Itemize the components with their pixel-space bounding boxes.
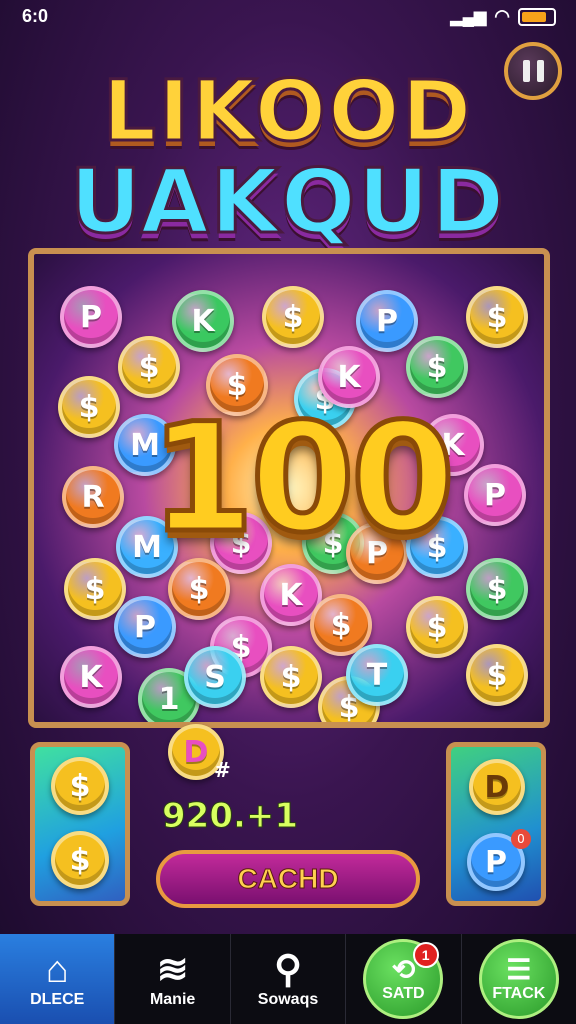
coin[interactable]: P [114,596,176,658]
stack-icon: ☰ [506,954,532,985]
nav-label: Sowaqs [257,991,319,1008]
coin[interactable]: $ [260,646,322,708]
coin[interactable]: K [172,290,234,352]
coin[interactable]: T [346,644,408,706]
refresh-icon: ⟲ [391,954,416,985]
coin[interactable]: $ [262,286,324,348]
nav-label: SATD [382,985,425,1002]
panel-badge: 0 [511,829,531,849]
pause-icon [522,60,530,82]
nav-item-sowaqs[interactable]: ⚲ Sowaqs [231,934,347,1024]
left-bonus-panel[interactable]: $ $ [30,742,130,906]
battery-icon [518,7,556,26]
clock: 6:0 [22,6,49,26]
coin[interactable]: P [464,464,526,526]
coin[interactable]: S [184,646,246,708]
nav-label: DLECE [30,991,85,1008]
coin[interactable]: $ [118,336,180,398]
bonus-coin: D [469,759,525,815]
signal-icon: ▂▄▆ [450,8,487,26]
coin[interactable]: P [356,290,418,352]
right-bonus-panel[interactable]: D P 0 [446,742,546,906]
coin[interactable]: P [60,286,122,348]
coin[interactable]: $ [58,376,120,438]
cash-button[interactable]: CACHD [156,850,420,908]
wifi-icon: ◠ [494,6,510,26]
nav-item-ftack[interactable]: ☰ FTACK [462,934,576,1024]
nav-item-dlece[interactable]: ⌂ DLECE [0,934,116,1024]
score-value: 920.+1 [161,796,299,837]
bottom-nav: ⌂ DLECE ≋ Manie ⚲ Sowaqs ⟲ SATD 1 ☰ FTAC… [0,934,576,1024]
coin[interactable]: K [60,646,122,708]
coin[interactable]: $ [168,558,230,620]
coin[interactable]: $ [64,558,126,620]
zigzag-icon: ≋ [156,949,189,991]
game-title-line2: UAKQUD [68,149,507,255]
coin[interactable]: $ [466,558,528,620]
floating-coin-tag: # [214,758,231,782]
nav-item-satd[interactable]: ⟲ SATD 1 [346,934,462,1024]
home-icon: ⌂ [45,949,69,991]
nav-item-manie[interactable]: ≋ Manie [115,934,231,1024]
nav-label: Manie [149,991,196,1008]
search-icon: ⚲ [274,949,302,991]
coin[interactable]: R [62,466,124,528]
status-icons: ▂▄▆ ◠ [450,6,556,27]
game-title-line1: LIKOOD [101,61,474,162]
coin[interactable]: $ [406,336,468,398]
score-burst-number: 100 [148,390,458,569]
bonus-coin: $ [51,831,109,889]
bonus-coin: $ [51,757,109,815]
coin[interactable]: $ [466,644,528,706]
notification-badge: 1 [412,942,439,968]
coin[interactable]: $ [466,286,528,348]
status-bar: 6:0 ▂▄▆ ◠ [0,0,576,34]
nav-label: FTACK [492,985,546,1002]
coin[interactable]: $ [406,596,468,658]
ftack-button[interactable]: ☰ FTACK [478,939,559,1019]
